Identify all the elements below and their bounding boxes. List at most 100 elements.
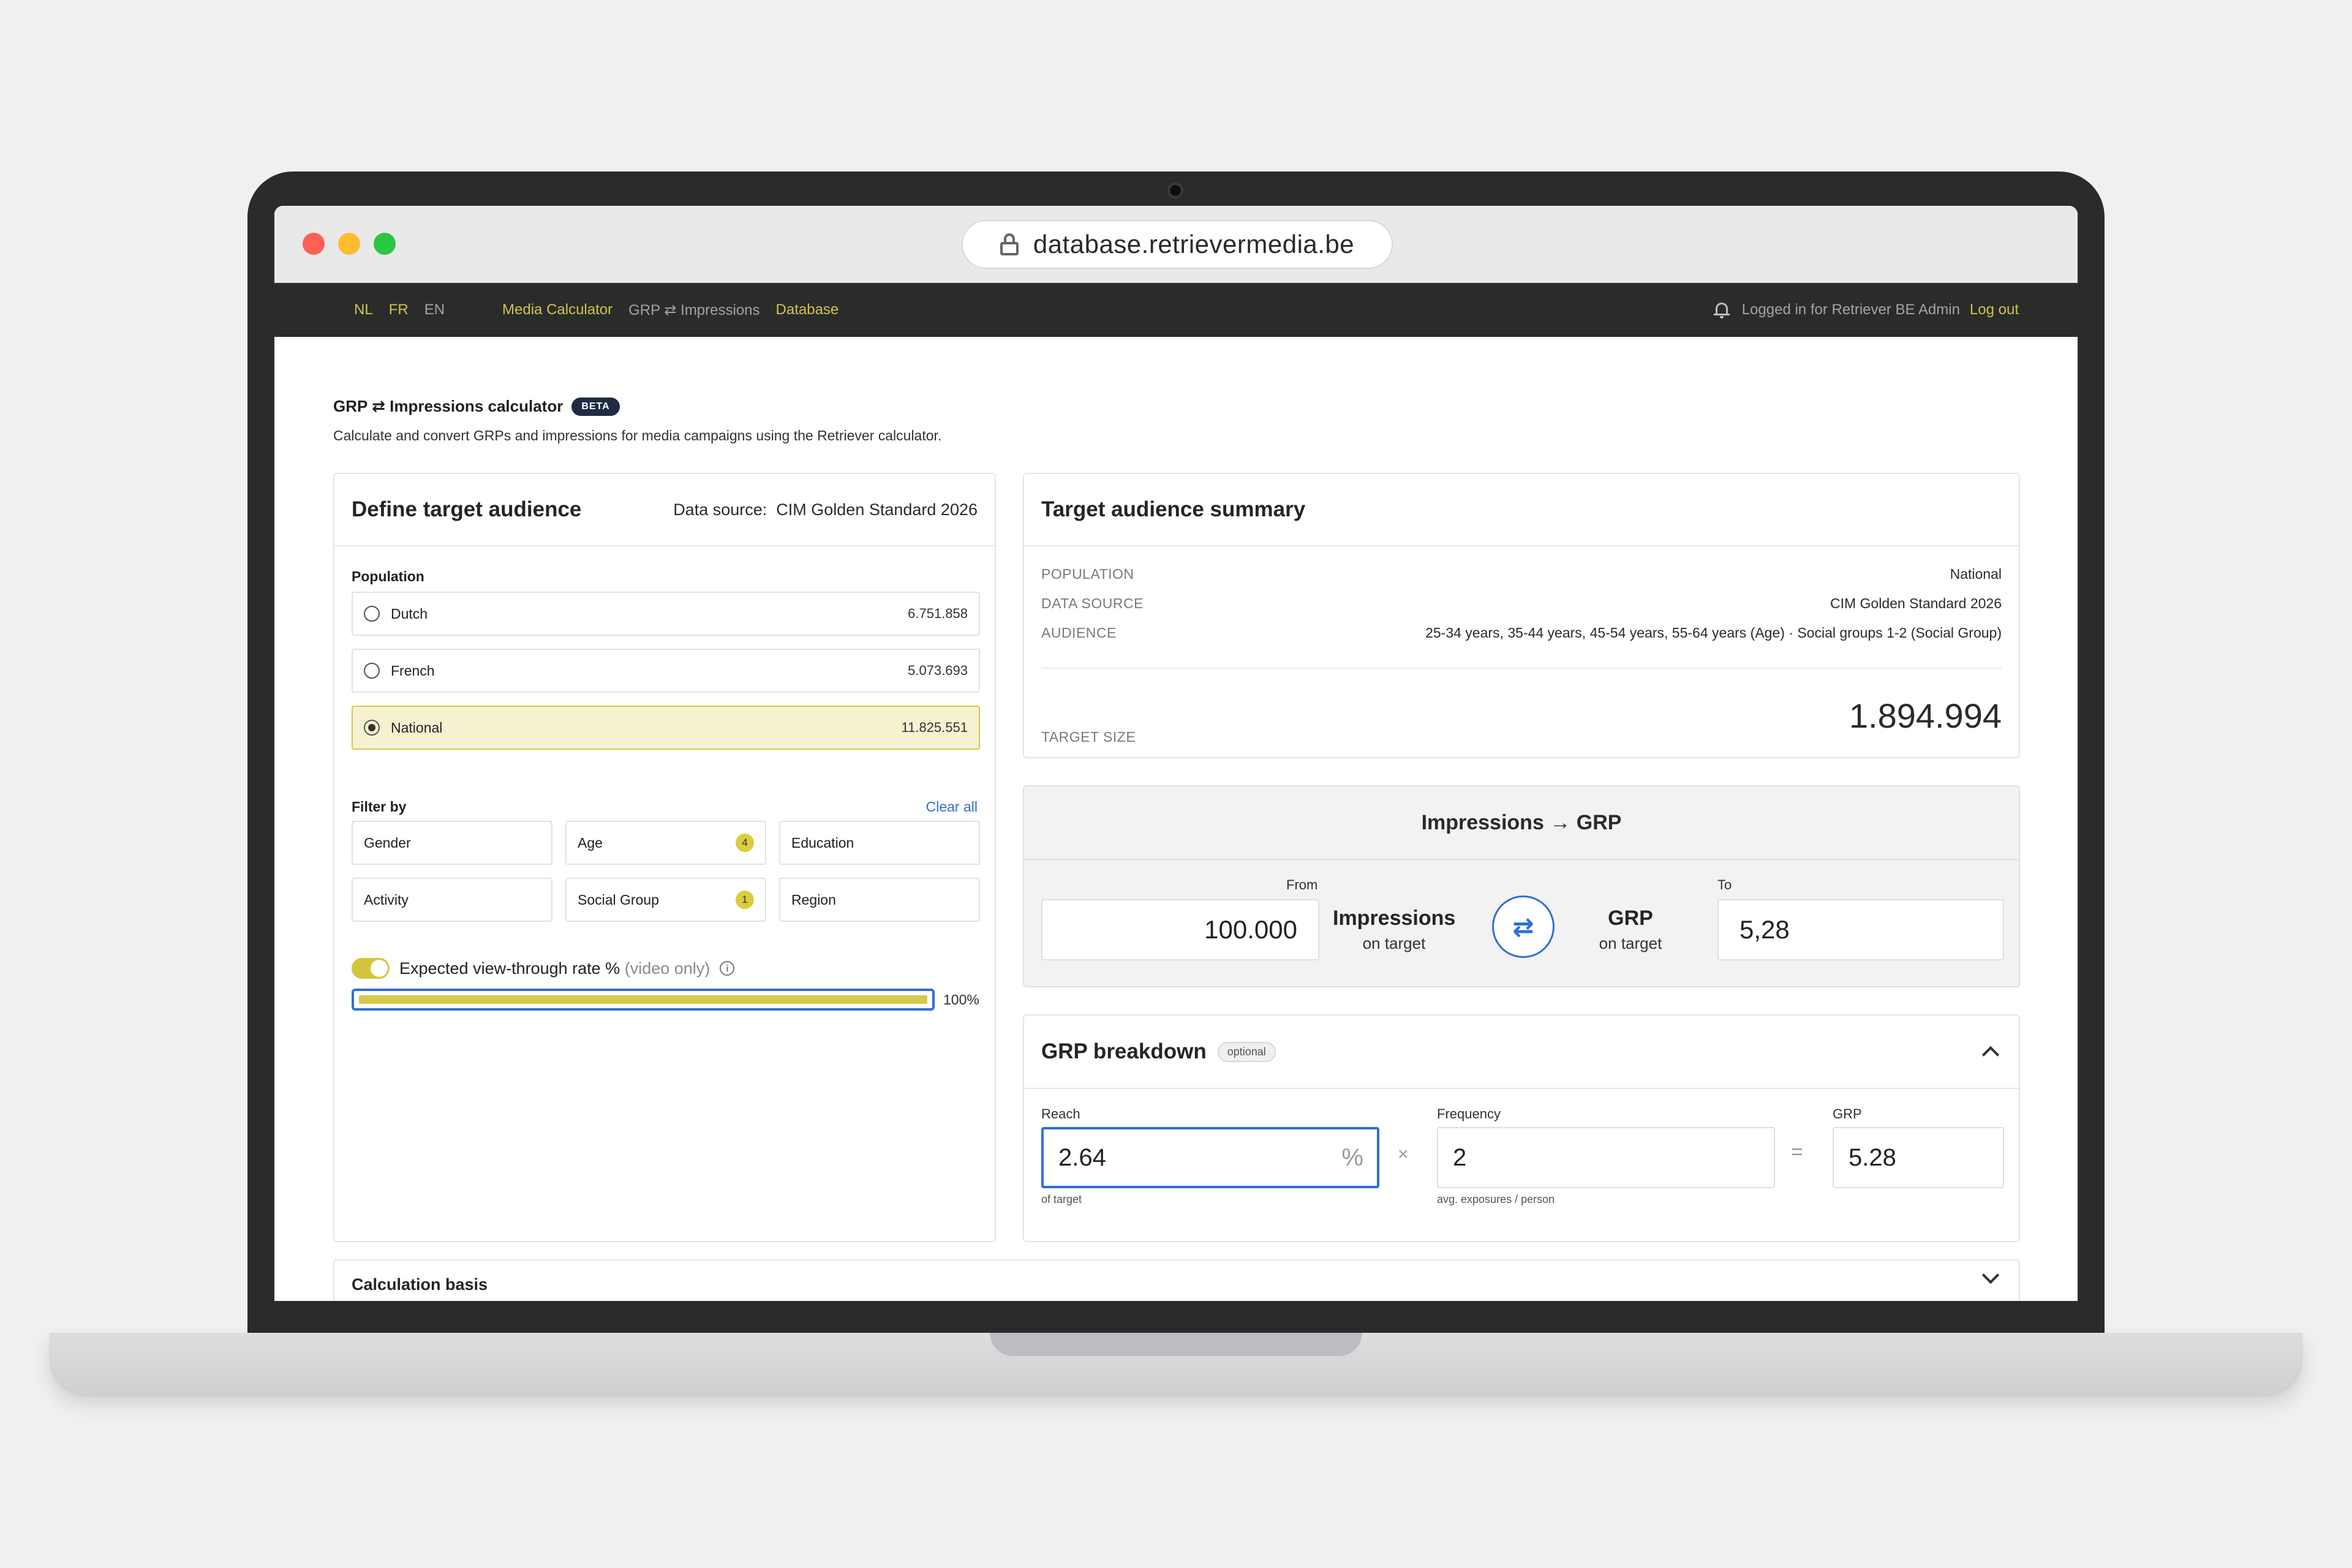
filter-age[interactable]: Age 4: [565, 821, 766, 865]
summary-value: National: [1950, 566, 2002, 582]
filter-education[interactable]: Education: [779, 821, 980, 865]
population-label-french: French: [391, 662, 435, 679]
reach-hint: of target: [1041, 1193, 1082, 1205]
population-option-national[interactable]: National 11.825.551: [352, 706, 980, 750]
vtr-note: (video only): [624, 959, 710, 978]
filter-age-count: 4: [736, 834, 754, 852]
minimize-window-button[interactable]: [338, 233, 360, 255]
grp-output[interactable]: 5,28: [1717, 899, 2004, 960]
summary-card-header: Target audience summary: [1024, 474, 2019, 546]
calculation-basis-title: Calculation basis: [352, 1275, 488, 1294]
audience-card-title: Define target audience: [352, 497, 582, 521]
logged-in-text: Logged in for Retriever BE Admin: [1741, 301, 1960, 318]
reach-input[interactable]: 2.64 %: [1041, 1127, 1379, 1188]
nav-grp-impressions[interactable]: GRP ⇄ Impressions: [628, 301, 760, 319]
summary-row-population: POPULATION National: [1041, 566, 2002, 582]
top-navbar: NL FR EN Media Calculator GRP ⇄ Impressi…: [274, 283, 2078, 337]
radio-national[interactable]: [364, 720, 380, 736]
lang-fr[interactable]: FR: [389, 301, 409, 318]
browser-chrome: database.retrievermedia.be: [274, 206, 2078, 283]
filter-social-group-count: 1: [736, 891, 754, 909]
calculation-basis-card[interactable]: Calculation basis: [333, 1259, 2020, 1301]
summary-value: CIM Golden Standard 2026: [1830, 595, 2002, 611]
vtr-slider[interactable]: [352, 989, 935, 1011]
grp-label: GRP: [1833, 1106, 1862, 1121]
swap-arrows-icon[interactable]: ⇄: [1492, 895, 1555, 958]
to-label: To: [1717, 877, 1732, 892]
nav-database[interactable]: Database: [776, 301, 839, 319]
from-metric-label: Impressions: [1333, 907, 1456, 930]
logout-link[interactable]: Log out: [1970, 301, 2019, 318]
filter-social-group[interactable]: Social Group 1: [565, 878, 766, 922]
multiply-sign: ×: [1398, 1144, 1409, 1164]
nav-media-calculator[interactable]: Media Calculator: [502, 301, 612, 319]
summary-key: AUDIENCE: [1041, 625, 1117, 641]
laptop-notch: [990, 1333, 1362, 1356]
vtr-toggle[interactable]: [352, 958, 390, 979]
bell-icon[interactable]: [1713, 301, 1730, 318]
population-label: Population: [352, 568, 424, 584]
vtr-toggle-row: Expected view-through rate % (video only…: [352, 958, 735, 979]
lang-nl[interactable]: NL: [354, 301, 373, 318]
population-option-dutch[interactable]: Dutch 6.751.858: [352, 592, 980, 636]
summary-value: 25-34 years, 35-44 years, 45-54 years, 5…: [1425, 625, 2002, 641]
frequency-input[interactable]: 2: [1437, 1127, 1775, 1188]
breakdown-card: GRP breakdown optional Reach 2.64 % of t…: [1023, 1014, 2020, 1242]
from-metric: Impressions on target: [1333, 907, 1455, 953]
filter-gender[interactable]: Gender: [352, 821, 552, 865]
filter-activity[interactable]: Activity: [352, 878, 552, 922]
audience-card: Define target audience Data source: CIM …: [333, 473, 996, 1242]
breakdown-title: GRP breakdown: [1041, 1039, 1207, 1063]
summary-card: Target audience summary POPULATION Natio…: [1023, 473, 2020, 758]
population-label-national: National: [391, 719, 443, 736]
data-source: Data source: CIM Golden Standard 2026: [673, 500, 978, 519]
vtr-label: Expected view-through rate % (video only…: [399, 959, 710, 978]
summary-key: POPULATION: [1041, 566, 1134, 582]
to-metric: GRP on target: [1588, 907, 1673, 953]
population-value-dutch: 6.751.858: [908, 606, 968, 621]
data-source-label: Data source:: [673, 500, 767, 519]
target-size-value: 1.894.994: [1849, 696, 2002, 735]
population-value-national: 11.825.551: [901, 720, 968, 735]
filter-age-label: Age: [578, 834, 603, 851]
radio-french[interactable]: [364, 663, 380, 679]
data-source-value: CIM Golden Standard 2026: [776, 500, 978, 519]
maximize-window-button[interactable]: [374, 233, 396, 255]
equals-sign: =: [1791, 1140, 1803, 1164]
address-bar[interactable]: database.retrievermedia.be: [962, 220, 1393, 269]
filter-region[interactable]: Region: [779, 878, 980, 922]
summary-row-audience: AUDIENCE 25-34 years, 35-44 years, 45-54…: [1041, 625, 2002, 641]
chevron-up-icon[interactable]: [1981, 1046, 2000, 1064]
radio-dutch[interactable]: [364, 606, 380, 622]
clear-all-link[interactable]: Clear all: [926, 799, 978, 815]
vtr-label-text: Expected view-through rate %: [399, 959, 620, 978]
url-text: database.retrievermedia.be: [1033, 230, 1355, 258]
grp-result[interactable]: 5.28: [1833, 1127, 2004, 1188]
impressions-input[interactable]: 100.000: [1041, 899, 1319, 960]
population-option-french[interactable]: French 5.073.693: [352, 649, 980, 693]
summary-key: DATA SOURCE: [1041, 595, 1144, 611]
vtr-slider-fill: [359, 995, 927, 1004]
reach-value: 2.64: [1058, 1144, 1106, 1171]
percent-suffix: %: [1341, 1144, 1363, 1171]
filter-by-label: Filter by: [352, 799, 407, 815]
close-window-button[interactable]: [303, 233, 325, 255]
chevron-down-icon[interactable]: [1981, 1266, 2000, 1284]
summary-row-data-source: DATA SOURCE CIM Golden Standard 2026: [1041, 595, 2002, 612]
to-metric-label: GRP: [1608, 907, 1653, 930]
info-icon[interactable]: i: [720, 961, 735, 976]
population-value-french: 5.073.693: [908, 663, 968, 678]
audience-card-header: Define target audience Data source: CIM …: [334, 474, 995, 546]
camera-icon: [1167, 183, 1183, 198]
lock-icon: [1000, 233, 1019, 255]
population-label-dutch: Dutch: [391, 605, 428, 622]
breakdown-header[interactable]: GRP breakdown optional: [1024, 1016, 2019, 1089]
frequency-label: Frequency: [1437, 1106, 1501, 1121]
from-metric-sub: on target: [1362, 934, 1426, 952]
lang-en[interactable]: EN: [424, 301, 445, 318]
filter-education-label: Education: [791, 834, 854, 851]
frequency-hint: avg. exposures / person: [1437, 1193, 1555, 1205]
page-subtitle: Calculate and convert GRPs and impressio…: [333, 428, 942, 443]
filter-gender-label: Gender: [364, 834, 411, 851]
target-size-label: TARGET SIZE: [1041, 729, 1136, 745]
